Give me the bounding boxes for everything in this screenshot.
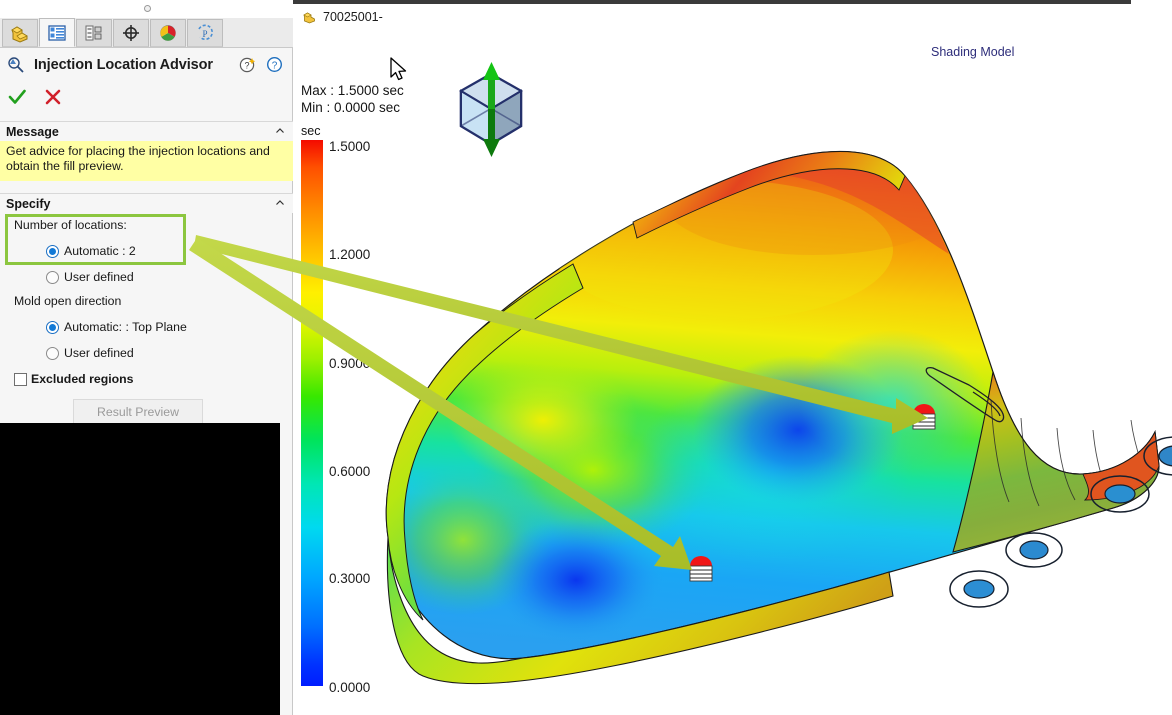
callout-arrow-2	[189, 238, 692, 570]
callout-arrow-1	[194, 235, 928, 434]
callout-arrows	[189, 235, 928, 570]
